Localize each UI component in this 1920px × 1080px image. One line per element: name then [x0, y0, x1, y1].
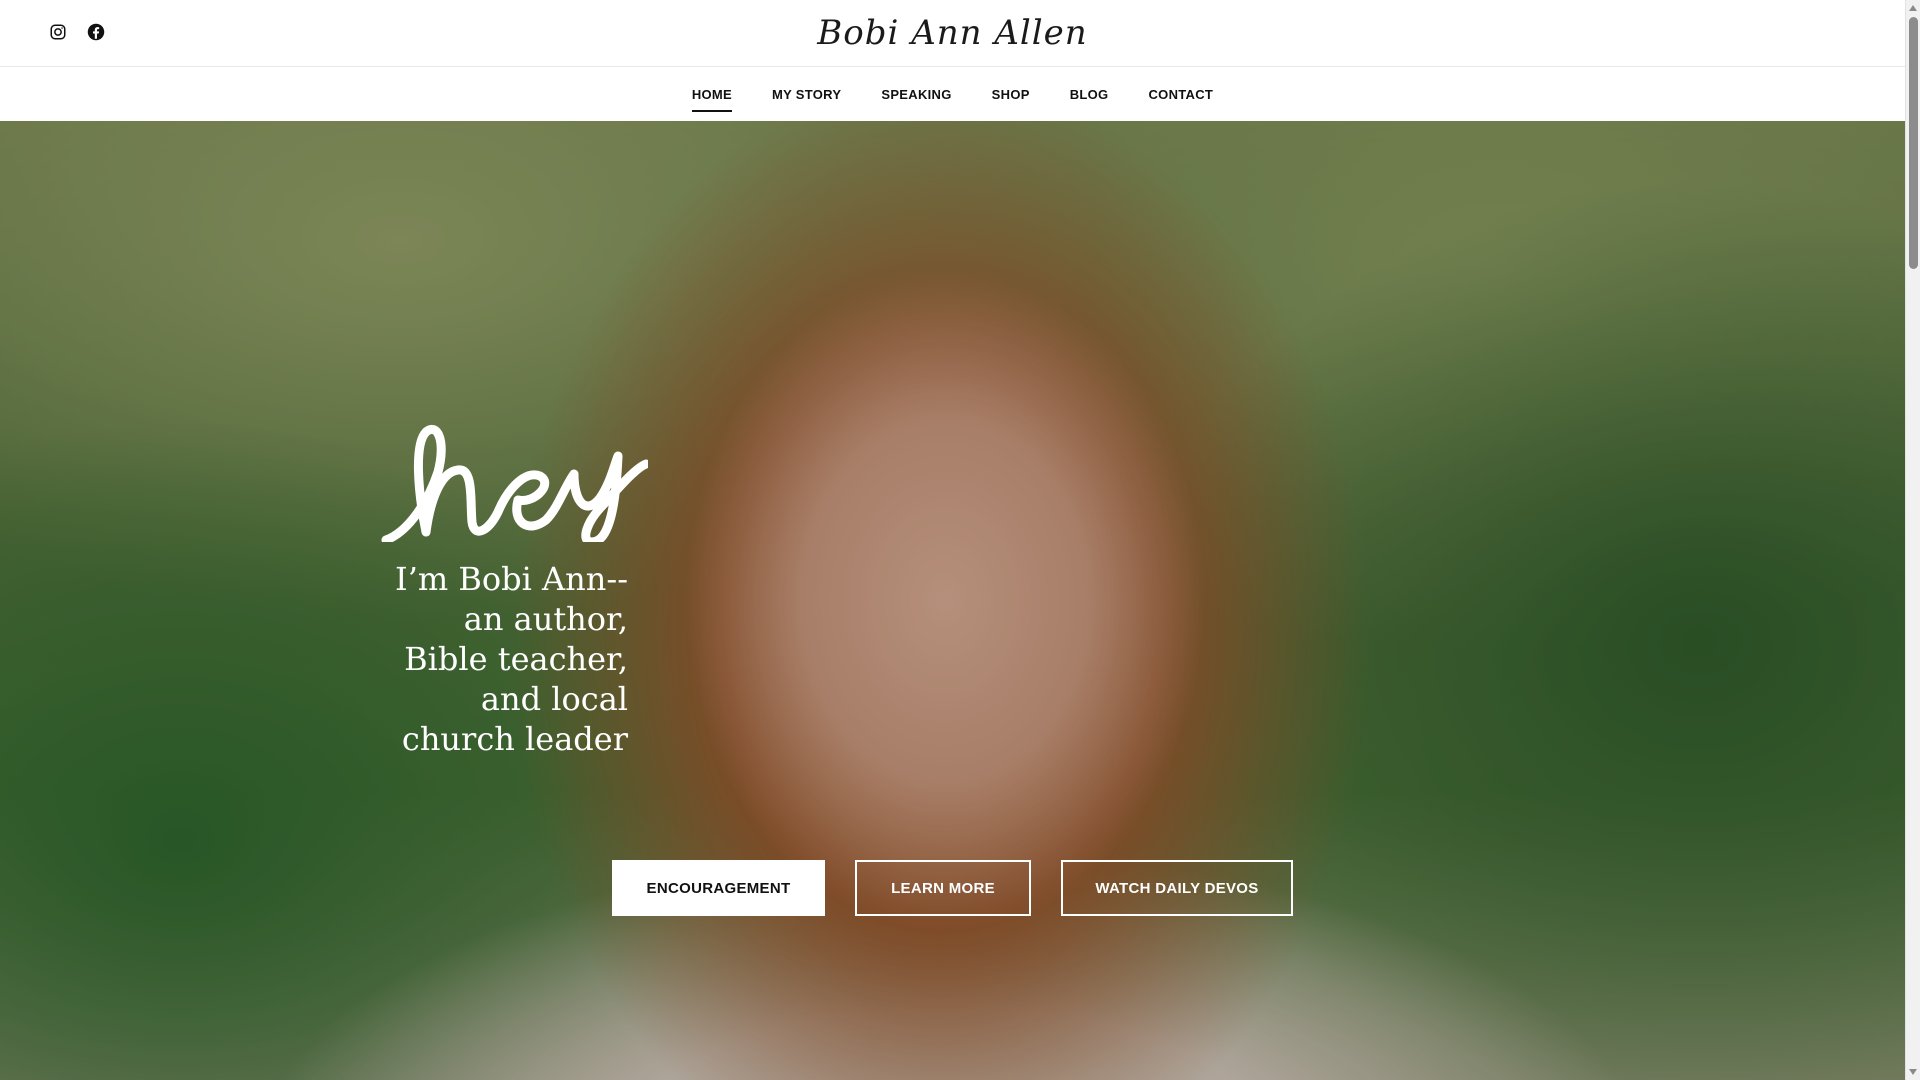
nav-item-contact[interactable]: CONTACT [1148, 81, 1213, 108]
hero-section: I’m Bobi Ann-- an author, Bible teacher,… [0, 121, 1905, 1080]
nav-item-speaking[interactable]: SPEAKING [881, 81, 951, 108]
intro-line: and local [480, 680, 628, 718]
hey-script-graphic [381, 425, 648, 542]
site-header: Bobi Ann Allen [0, 0, 1905, 67]
scroll-up-arrow-icon[interactable] [1909, 5, 1917, 11]
intro-line: an author, [463, 600, 628, 638]
main-navigation: HOME MY STORY SPEAKING SHOP BLOG CONTACT [0, 68, 1905, 121]
site-logo[interactable]: Bobi Ann Allen [0, 6, 1905, 60]
scrollbar-thumb[interactable] [1909, 17, 1918, 269]
learn-more-button[interactable]: LEARN MORE [855, 860, 1031, 916]
hero-buttons: ENCOURAGEMENT LEARN MORE WATCH DAILY DEV… [612, 860, 1293, 916]
nav-item-blog[interactable]: BLOG [1070, 81, 1109, 108]
intro-line: I’m Bobi Ann-- [395, 560, 628, 598]
intro-line: Bible teacher, [404, 640, 628, 678]
scroll-down-arrow-icon[interactable] [1909, 1069, 1917, 1075]
nav-item-shop[interactable]: SHOP [992, 81, 1030, 108]
page: Bobi Ann Allen HOME MY STORY SPEAKING SH… [0, 0, 1920, 1080]
encouragement-button[interactable]: ENCOURAGEMENT [612, 860, 825, 916]
nav-list: HOME MY STORY SPEAKING SHOP BLOG CONTACT [0, 68, 1905, 121]
nav-item-my-story[interactable]: MY STORY [772, 81, 841, 108]
hero-overlay [0, 121, 1905, 1080]
nav-item-home[interactable]: HOME [691, 81, 733, 112]
watch-daily-devos-button[interactable]: WATCH DAILY DEVOS [1061, 860, 1293, 916]
intro-text: I’m Bobi Ann-- an author, Bible teacher,… [360, 559, 628, 759]
page-scrollbar[interactable] [1905, 0, 1920, 1080]
intro-line: church leader [401, 720, 628, 758]
